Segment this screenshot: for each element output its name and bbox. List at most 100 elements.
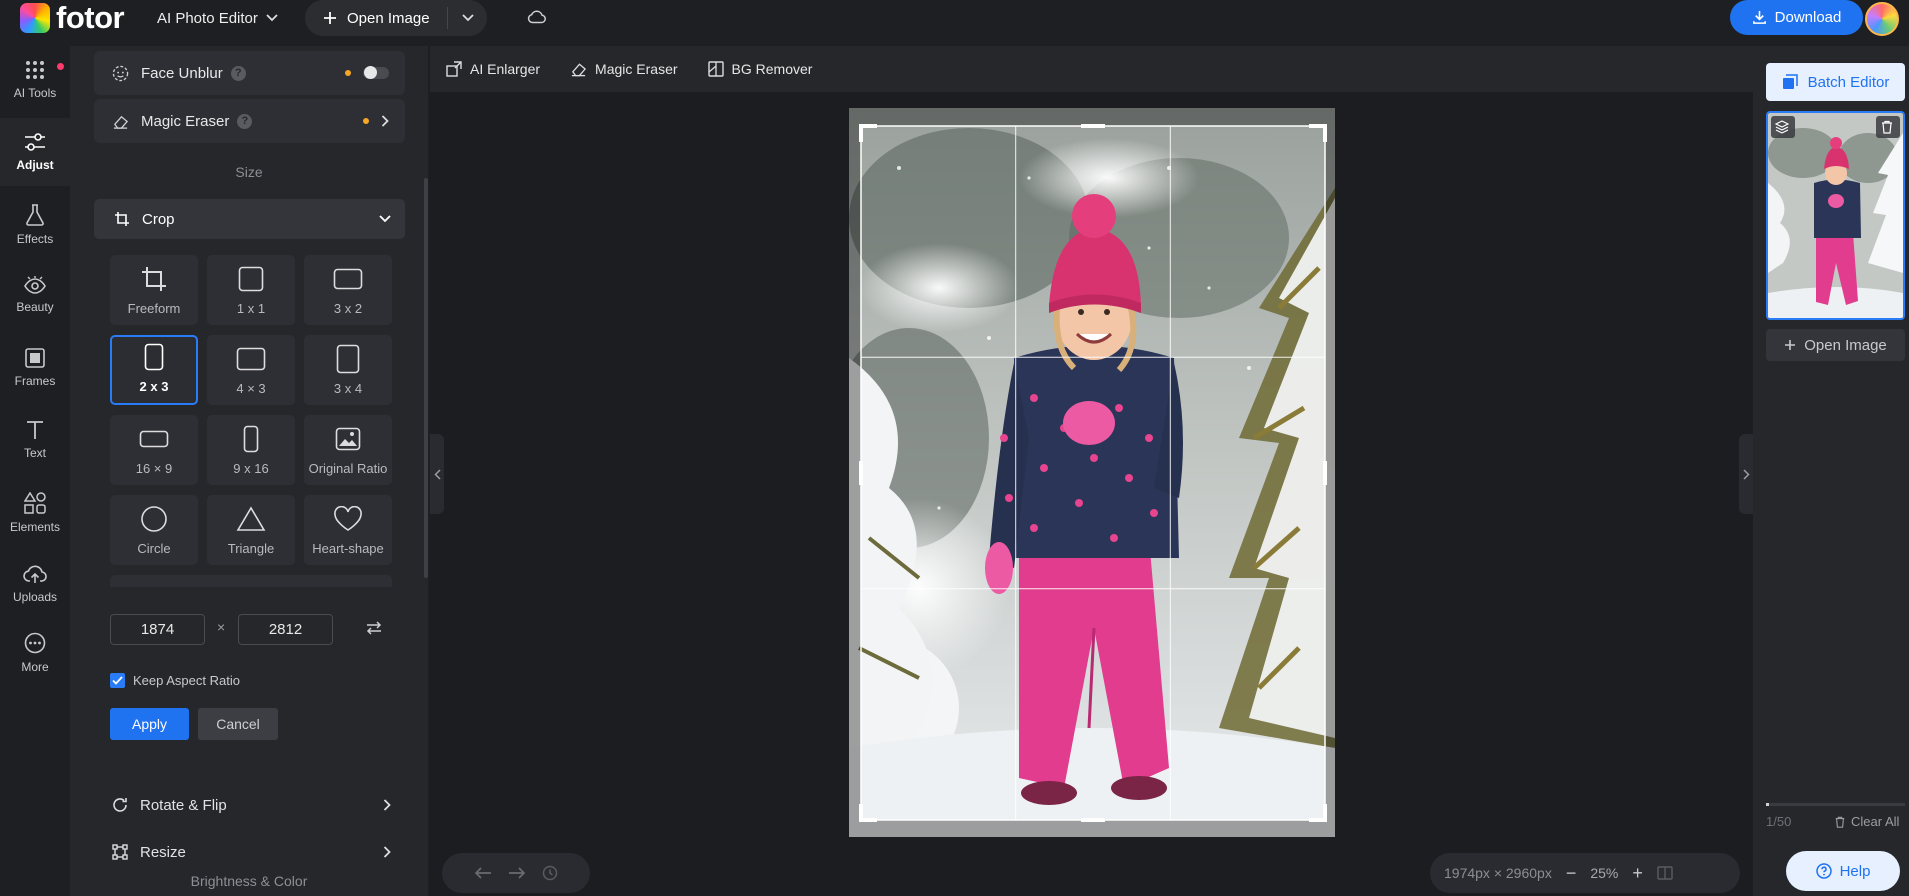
notification-dot xyxy=(57,63,64,70)
avatar[interactable] xyxy=(1865,2,1899,36)
collapse-right-panel[interactable] xyxy=(1739,434,1753,514)
upload-icon xyxy=(23,565,47,583)
landscape-rect-icon xyxy=(333,265,363,293)
enlarge-icon xyxy=(446,61,462,77)
ratio-2x3[interactable]: 2 x 3 xyxy=(110,335,198,405)
rail-item-effects[interactable]: Effects xyxy=(0,204,70,246)
bg-remover-button[interactable]: BG Remover xyxy=(707,61,812,77)
app-switcher[interactable]: AI Photo Editor xyxy=(157,0,278,36)
rotate-flip-row[interactable]: Rotate & Flip xyxy=(94,783,405,827)
open-image-button[interactable]: Open Image xyxy=(305,0,447,36)
apply-button[interactable]: Apply xyxy=(110,708,189,740)
ratio-16x9[interactable]: 16 × 9 xyxy=(110,415,198,485)
history-controls xyxy=(442,853,590,893)
swap-dimensions-icon[interactable] xyxy=(366,621,382,635)
face-unblur-toggle[interactable] xyxy=(363,66,389,79)
right-panel: Batch Editor Open Image 1/50 Clear All xyxy=(1753,46,1909,896)
keep-aspect-checkbox[interactable] xyxy=(110,673,125,688)
image-thumbnail[interactable] xyxy=(1766,111,1905,320)
fotor-logo[interactable]: fotor xyxy=(20,0,125,36)
clear-all-button[interactable]: Clear All xyxy=(1834,814,1899,829)
resize-row[interactable]: Resize xyxy=(94,830,405,874)
trash-icon[interactable] xyxy=(1880,120,1894,134)
ratio-label: 2 x 3 xyxy=(139,379,169,394)
width-input[interactable] xyxy=(110,614,205,645)
more-icon xyxy=(24,632,46,654)
rail-label: Frames xyxy=(14,374,56,388)
panel-scrollbar[interactable] xyxy=(424,178,428,578)
crop-icon xyxy=(115,212,129,226)
ratio-triangle[interactable]: Triangle xyxy=(207,495,295,565)
rail-item-adjust[interactable]: Adjust xyxy=(0,132,70,172)
open-image-secondary-button[interactable]: Open Image xyxy=(1766,329,1905,361)
photo-artwork xyxy=(849,108,1335,837)
rail-item-frames[interactable]: Frames xyxy=(0,348,70,388)
size-section-title: Size xyxy=(235,164,263,180)
layers-icon[interactable] xyxy=(1775,120,1789,134)
ratio-4x3[interactable]: 4 × 3 xyxy=(207,335,295,405)
zoom-percent[interactable]: 25% xyxy=(1590,865,1618,881)
chevron-right-icon xyxy=(383,846,391,858)
clear-all-label: Clear All xyxy=(1851,814,1900,829)
rail-label: More xyxy=(21,660,49,674)
rotate-flip-label: Rotate & Flip xyxy=(140,796,227,814)
rail-item-uploads[interactable]: Uploads xyxy=(0,564,70,604)
ratio-circle[interactable]: Circle xyxy=(110,495,198,565)
rail-item-text[interactable]: Text xyxy=(0,420,70,460)
batch-editor-button[interactable]: Batch Editor xyxy=(1766,63,1905,101)
cancel-button[interactable]: Cancel xyxy=(198,708,278,740)
landscape-rect-icon xyxy=(236,345,266,373)
download-button[interactable]: Download xyxy=(1730,0,1863,35)
ai-enlarger-label: AI Enlarger xyxy=(470,61,541,77)
open-image-button-group: Open Image xyxy=(305,0,487,36)
help-button[interactable]: Help xyxy=(1786,851,1900,891)
zoom-bar: 1974px × 2960px − 25% + xyxy=(1430,853,1740,893)
history-icon[interactable] xyxy=(542,865,558,881)
rotate-icon xyxy=(113,798,127,812)
edited-photo[interactable] xyxy=(849,108,1335,837)
rail-item-more[interactable]: More xyxy=(0,632,70,674)
zoom-out-button[interactable]: − xyxy=(1566,863,1577,884)
magic-eraser-row[interactable]: Magic Eraser ? xyxy=(94,99,405,143)
open-image-dropdown[interactable] xyxy=(448,0,487,36)
zoom-in-button[interactable]: + xyxy=(1632,863,1643,884)
crop-section-header[interactable]: Crop xyxy=(94,199,405,239)
status-dot xyxy=(345,70,351,76)
canvas-toolbar: AI Enlarger Magic Eraser BG Remover xyxy=(430,46,1753,92)
magic-eraser-button[interactable]: Magic Eraser xyxy=(570,61,678,77)
height-input[interactable] xyxy=(238,614,333,645)
chevron-down-icon xyxy=(379,215,391,223)
ratio-3x4[interactable]: 3 x 4 xyxy=(304,335,392,405)
ratio-freeform[interactable]: Freeform xyxy=(110,255,198,325)
batch-editor-label: Batch Editor xyxy=(1807,73,1890,91)
rail-item-ai-tools[interactable]: AI Tools xyxy=(0,60,70,100)
ai-enlarger-button[interactable]: AI Enlarger xyxy=(446,61,540,77)
cloud-icon[interactable] xyxy=(526,6,548,28)
help-icon[interactable]: ? xyxy=(237,113,253,129)
ratio-heart[interactable]: Heart-shape xyxy=(304,495,392,565)
bg-remover-icon xyxy=(707,61,724,77)
rail-label: Beauty xyxy=(16,300,54,314)
crop-freeform-icon xyxy=(141,265,167,293)
ratio-9x16[interactable]: 9 x 16 xyxy=(207,415,295,485)
keep-aspect-ratio[interactable]: Keep Aspect Ratio xyxy=(110,673,240,688)
shapes-icon xyxy=(24,492,46,514)
redo-icon[interactable] xyxy=(508,866,526,880)
help-icon[interactable]: ? xyxy=(230,65,246,81)
collapse-left-panel[interactable] xyxy=(430,434,444,514)
portrait-rect-icon xyxy=(144,343,164,371)
ratio-label: 3 x 4 xyxy=(333,381,363,396)
magic-eraser-label: Magic Eraser xyxy=(141,112,230,130)
ratio-1x1[interactable]: 1 x 1 xyxy=(207,255,295,325)
resize-icon xyxy=(112,844,128,860)
ratio-3x2[interactable]: 3 x 2 xyxy=(304,255,392,325)
undo-icon[interactable] xyxy=(474,866,492,880)
circle-icon xyxy=(140,505,168,533)
face-unblur-row[interactable]: Face Unblur ? xyxy=(94,51,405,95)
image-icon xyxy=(335,425,361,453)
rail-item-elements[interactable]: Elements xyxy=(0,492,70,534)
rail-item-beauty[interactable]: Beauty xyxy=(0,276,70,314)
compare-icon[interactable] xyxy=(1657,866,1673,880)
triangle-icon xyxy=(236,505,266,533)
ratio-original[interactable]: Original Ratio xyxy=(304,415,392,485)
